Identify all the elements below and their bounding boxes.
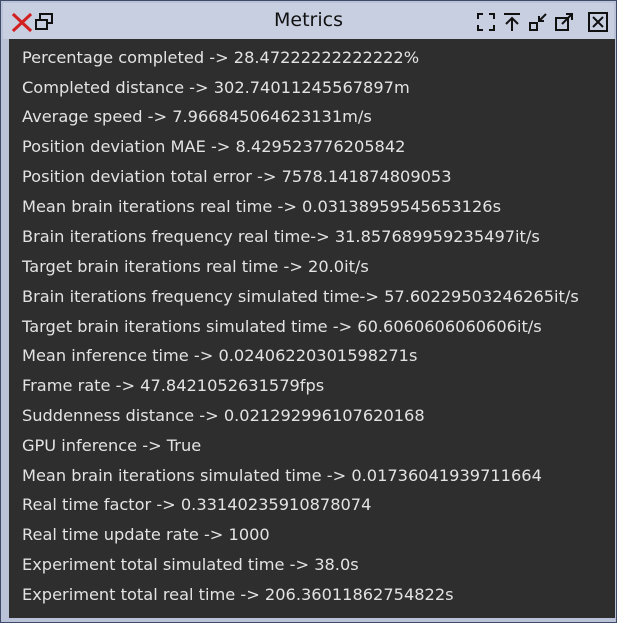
metric-mean-brain-iterations-simulated-time: Mean brain iterations simulated time -> … <box>22 466 542 485</box>
metrics-window: Metrics Percentage completed -> 28.47222… <box>0 0 617 623</box>
metric-real-time-update-rate: Real time update rate -> 1000 <box>22 525 270 544</box>
title-bar[interactable]: Metrics <box>3 3 614 39</box>
metric-average-speed: Average speed -> 7.966845064623131m/s <box>22 107 372 126</box>
metric-brain-iterations-frequency-real-time: Brain iterations frequency real time-> 3… <box>22 227 540 246</box>
metric-experiment-total-simulated-time: Experiment total simulated time -> 38.0s <box>22 555 359 574</box>
metric-target-brain-iterations-real-time: Target brain iterations real time -> 20.… <box>22 257 369 276</box>
metrics-panel: Percentage completed -> 28.4722222222222… <box>9 39 615 618</box>
metric-position-deviation-mae: Position deviation MAE -> 8.429523776205… <box>22 137 406 156</box>
metric-target-brain-iterations-simulated-time: Target brain iterations simulated time -… <box>22 317 542 336</box>
metric-brain-iterations-frequency-simulated-time: Brain iterations frequency simulated tim… <box>22 287 579 306</box>
metric-mean-brain-iterations-real-time: Mean brain iterations real time -> 0.031… <box>22 197 502 216</box>
metric-percentage-completed: Percentage completed -> 28.4722222222222… <box>22 48 420 67</box>
metric-gpu-inference: GPU inference -> True <box>22 436 202 455</box>
fullscreen-icon[interactable] <box>475 11 497 33</box>
metric-position-deviation-total-error: Position deviation total error -> 7578.1… <box>22 167 452 186</box>
close-box-icon[interactable] <box>587 11 609 33</box>
metric-frame-rate: Frame rate -> 47.8421052631579fps <box>22 376 325 395</box>
metric-real-time-factor: Real time factor -> 0.33140235910878074 <box>22 495 372 514</box>
shrink-icon[interactable] <box>527 11 549 33</box>
stay-on-top-icon[interactable] <box>501 11 523 33</box>
metric-mean-inference-time: Mean inference time -> 0.024062203015982… <box>22 346 418 365</box>
metric-experiment-total-real-time: Experiment total real time -> 206.360118… <box>22 585 454 604</box>
expand-icon[interactable] <box>553 11 575 33</box>
metric-completed-distance: Completed distance -> 302.74011245567897… <box>22 78 410 97</box>
metric-suddenness-distance: Suddenness distance -> 0.021292996107620… <box>22 406 425 425</box>
